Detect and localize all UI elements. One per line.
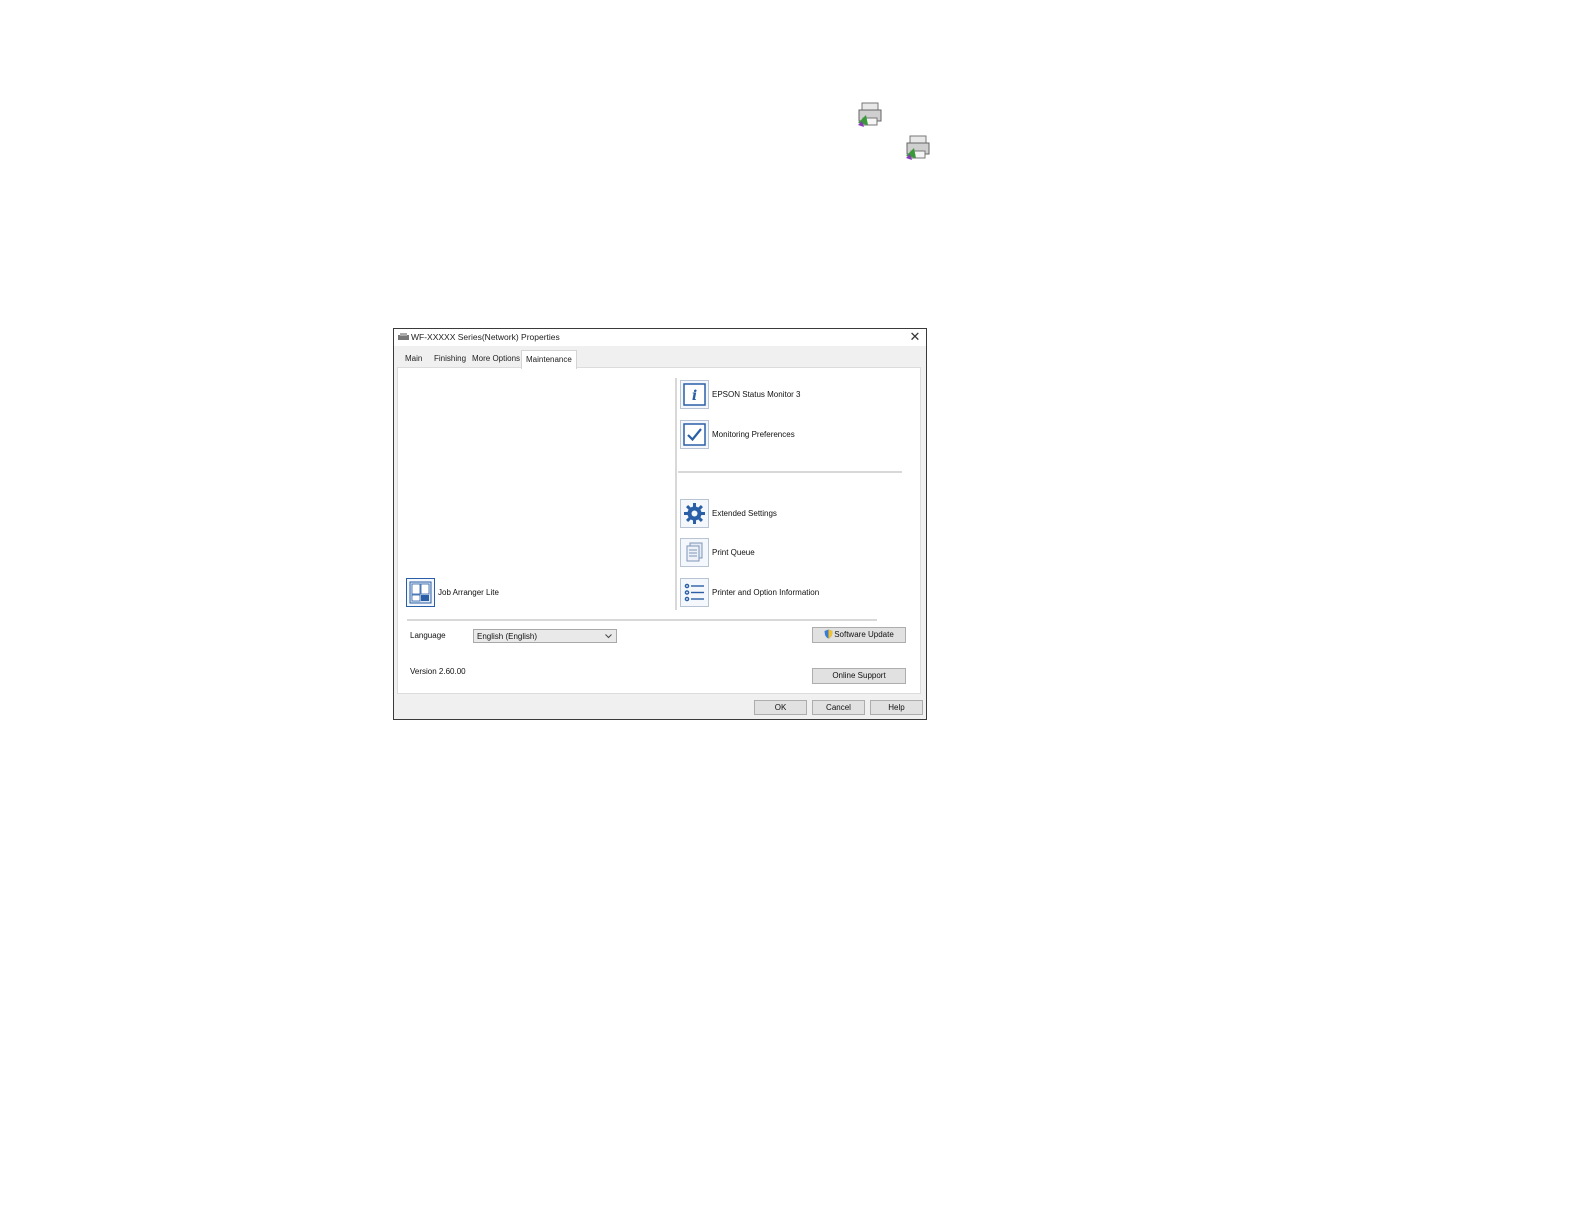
- extended-settings-label: Extended Settings: [712, 509, 777, 518]
- cancel-button[interactable]: Cancel: [812, 700, 865, 715]
- maintenance-panel: i EPSON Status Monitor 3 Monitoring Pref…: [397, 367, 921, 694]
- printer-title-icon: [398, 333, 409, 340]
- shield-icon: [824, 629, 833, 639]
- vertical-divider: [675, 378, 677, 610]
- software-update-button[interactable]: Software Update: [812, 627, 906, 643]
- checkbox-icon: [683, 423, 706, 446]
- online-support-label: Online Support: [832, 671, 886, 680]
- list-icon: [684, 583, 704, 602]
- close-button[interactable]: ✕: [908, 330, 922, 344]
- language-label: Language: [410, 631, 446, 640]
- properties-dialog: WF-XXXXX Series(Network) Properties ✕ Ma…: [393, 328, 927, 720]
- gear-icon: [684, 503, 705, 524]
- right-divider: [678, 471, 902, 473]
- tab-main[interactable]: Main: [401, 352, 426, 367]
- printer-icon: [858, 102, 882, 127]
- status-monitor-label: EPSON Status Monitor 3: [712, 390, 801, 399]
- software-update-label: Software Update: [834, 630, 894, 639]
- help-button[interactable]: Help: [870, 700, 923, 715]
- ok-button[interactable]: OK: [754, 700, 807, 715]
- info-icon: i: [683, 383, 706, 406]
- dialog-button-bar: OK Cancel Help: [394, 696, 926, 719]
- version-text: Version 2.60.00: [410, 667, 466, 676]
- tab-maintenance[interactable]: Maintenance: [521, 350, 577, 369]
- title-bar[interactable]: WF-XXXXX Series(Network) Properties ✕: [394, 329, 926, 346]
- print-queue-label: Print Queue: [712, 548, 755, 557]
- language-select[interactable]: English (English): [473, 629, 617, 643]
- job-arranger-icon: [409, 581, 432, 604]
- printer-option-info-label: Printer and Option Information: [712, 588, 820, 597]
- window-title: WF-XXXXX Series(Network) Properties: [411, 332, 560, 342]
- monitoring-preferences-label: Monitoring Preferences: [712, 430, 795, 439]
- printer-icon: [906, 135, 930, 160]
- help-label: Help: [888, 703, 905, 712]
- tab-more-options[interactable]: More Options: [468, 352, 524, 367]
- bottom-divider: [407, 619, 877, 621]
- ok-label: OK: [774, 703, 787, 712]
- document-stack-icon: [686, 542, 703, 562]
- online-support-button[interactable]: Online Support: [812, 668, 906, 684]
- chevron-down-icon: [605, 634, 612, 639]
- svg-text:i: i: [692, 388, 697, 404]
- cancel-label: Cancel: [826, 703, 851, 712]
- language-selected-value: English (English): [477, 632, 538, 641]
- job-arranger-label: Job Arranger Lite: [438, 588, 499, 597]
- tab-finishing[interactable]: Finishing: [430, 352, 470, 367]
